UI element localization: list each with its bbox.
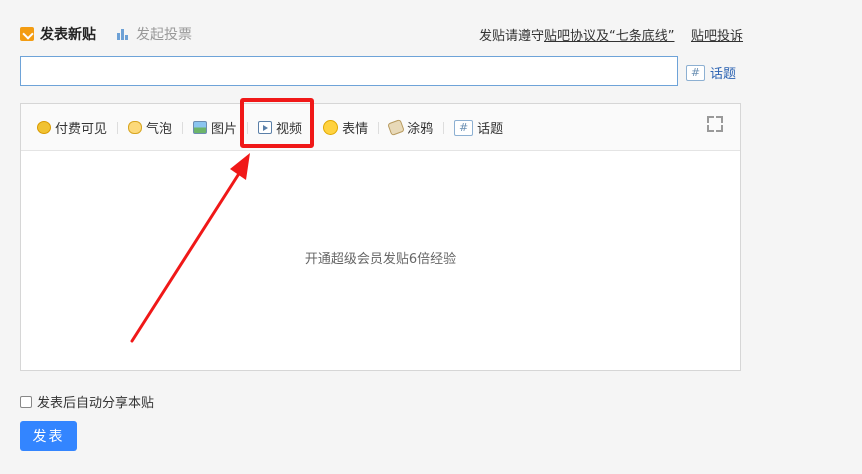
- auto-share-row[interactable]: 发表后自动分享本贴: [20, 392, 154, 411]
- auto-share-label: 发表后自动分享本贴: [37, 396, 155, 411]
- auto-share-checkbox[interactable]: [20, 395, 32, 408]
- submit-button[interactable]: 发表: [20, 421, 77, 451]
